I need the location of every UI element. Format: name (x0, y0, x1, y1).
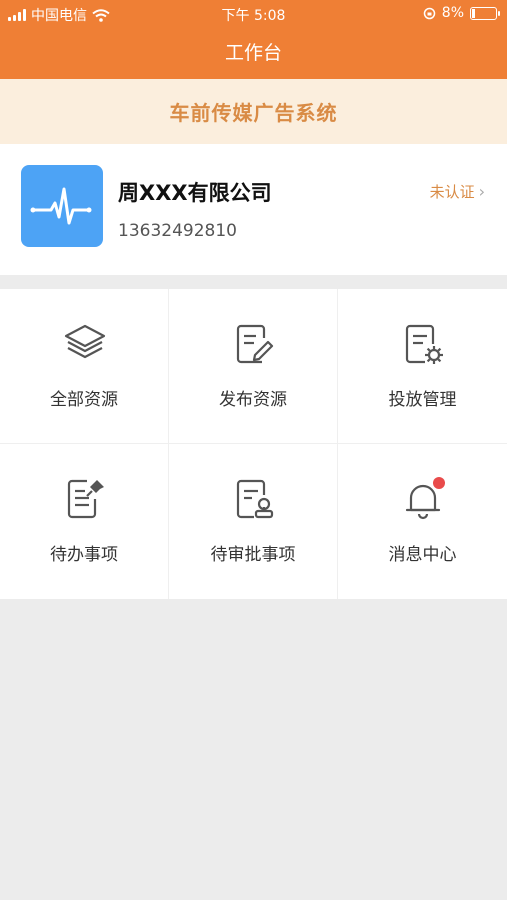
document-settings-icon (405, 324, 443, 364)
app-header: 中国电信 下午 5:08 8% 工作台 (0, 0, 507, 79)
menu-item-label: 全部资源 (50, 390, 118, 410)
battery-icon (470, 6, 500, 20)
notification-dot (433, 477, 445, 489)
edit-document-icon (236, 324, 274, 364)
menu-item-message-center[interactable]: 消息中心 (338, 444, 507, 599)
battery-percent: 8% (441, 5, 464, 21)
menu-item-todo[interactable]: 待办事项 (0, 444, 169, 599)
certification-label: 未认证 (429, 183, 475, 201)
company-card[interactable]: 周XXX有限公司 13632492810 未认证 › (0, 144, 507, 275)
menu-item-label: 消息中心 (388, 545, 457, 565)
system-banner: 车前传媒广告系统 (0, 79, 507, 144)
company-phone: 13632492810 (118, 221, 237, 241)
pinned-note-icon (67, 479, 104, 519)
menu-item-label: 待审批事项 (210, 545, 296, 565)
status-right: 8% (423, 5, 500, 21)
bell-icon (405, 477, 445, 520)
menu-item-label: 投放管理 (388, 390, 457, 410)
certification-status[interactable]: 未认证 › (430, 181, 485, 202)
chevron-right-icon: › (478, 182, 485, 201)
approval-document-icon (236, 479, 274, 519)
menu-item-all-resources[interactable]: 全部资源 (0, 289, 169, 444)
menu-item-delivery-management[interactable]: 投放管理 (338, 289, 507, 444)
pulse-icon (30, 187, 92, 225)
rotation-lock-icon (423, 7, 436, 19)
menu-item-label: 待办事项 (50, 545, 118, 565)
menu-item-publish-resources[interactable]: 发布资源 (169, 289, 338, 444)
company-logo (21, 165, 103, 247)
menu-item-pending-approval[interactable]: 待审批事项 (169, 444, 338, 599)
status-bar: 中国电信 下午 5:08 8% (0, 0, 507, 28)
menu-grid: 全部资源 发布资源 投放管理 待办事项 待审批事项 消息中心 (0, 289, 507, 599)
page-title: 工作台 (224, 42, 282, 64)
layers-icon (64, 324, 106, 359)
menu-item-label: 发布资源 (219, 390, 287, 410)
company-name: 周XXX有限公司 (118, 181, 272, 205)
